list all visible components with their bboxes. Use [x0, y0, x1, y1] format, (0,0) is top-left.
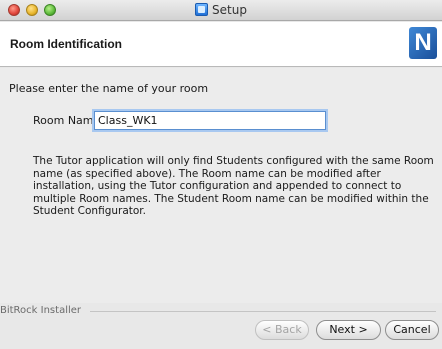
- page-header: Room Identification N: [0, 22, 442, 67]
- footer-divider: [90, 311, 436, 312]
- setup-app-icon: [195, 3, 209, 16]
- info-text: The Tutor application will only find Stu…: [33, 155, 434, 217]
- instruction-text: Please enter the name of your room: [9, 82, 209, 95]
- page-title: Room Identification: [10, 37, 122, 51]
- installer-label: BitRock Installer: [0, 305, 86, 316]
- room-name-input[interactable]: [94, 111, 326, 130]
- window-title-area: Setup: [0, 3, 442, 17]
- cancel-button[interactable]: Cancel: [385, 320, 439, 340]
- room-name-label: Room Name: [33, 114, 101, 127]
- window-title: Setup: [212, 3, 247, 17]
- next-button[interactable]: Next >: [316, 320, 381, 340]
- setup-window: Setup Room Identification N Please enter…: [0, 0, 442, 349]
- content-panel: Please enter the name of your room Room …: [0, 68, 442, 303]
- title-bar[interactable]: Setup: [0, 0, 442, 21]
- brand-logo: N: [409, 27, 437, 59]
- back-button[interactable]: < Back: [255, 320, 309, 340]
